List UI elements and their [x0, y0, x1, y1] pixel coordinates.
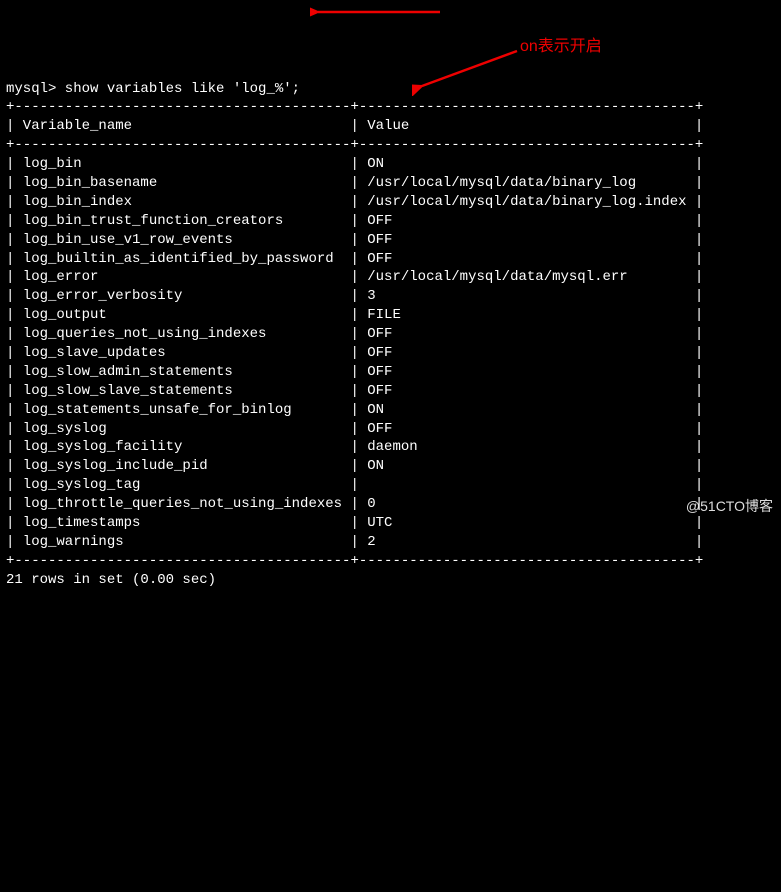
- table-row: | log_slave_updates | OFF |: [6, 344, 775, 363]
- table-separator: +---------------------------------------…: [6, 136, 775, 155]
- table-row: | log_syslog_include_pid | ON |: [6, 457, 775, 476]
- table-row: | log_queries_not_using_indexes | OFF |: [6, 325, 775, 344]
- table-header: | Variable_name | Value |: [6, 117, 775, 136]
- table-row: | log_output | FILE |: [6, 306, 775, 325]
- terminal-output: mysql> show variables like 'log_%';+----…: [6, 80, 775, 590]
- table-row: | log_slow_admin_statements | OFF |: [6, 363, 775, 382]
- table-row: | log_bin_trust_function_creators | OFF …: [6, 212, 775, 231]
- table-row: | log_statements_unsafe_for_binlog | ON …: [6, 401, 775, 420]
- table-row: | log_bin_use_v1_row_events | OFF |: [6, 231, 775, 250]
- watermark: @51CTO博客: [686, 497, 773, 516]
- table-separator: +---------------------------------------…: [6, 98, 775, 117]
- annotation-text: on表示开启: [520, 36, 602, 58]
- table-row: | log_error | /usr/local/mysql/data/mysq…: [6, 268, 775, 287]
- table-row: | log_bin_basename | /usr/local/mysql/da…: [6, 174, 775, 193]
- table-row: | log_slow_slave_statements | OFF |: [6, 382, 775, 401]
- table-row: | log_builtin_as_identified_by_password …: [6, 250, 775, 269]
- table-row: | log_error_verbosity | 3 |: [6, 287, 775, 306]
- table-row: | log_syslog_tag | |: [6, 476, 775, 495]
- table-row: | log_warnings | 2 |: [6, 533, 775, 552]
- arrow-to-command: [310, 2, 450, 22]
- table-separator: +---------------------------------------…: [6, 552, 775, 571]
- result-footer: 21 rows in set (0.00 sec): [6, 571, 775, 590]
- sql-command: mysql> show variables like 'log_%';: [6, 80, 775, 99]
- table-row: | log_bin | ON |: [6, 155, 775, 174]
- table-row: | log_syslog_facility | daemon |: [6, 438, 775, 457]
- table-row: | log_syslog | OFF |: [6, 420, 775, 439]
- table-row: | log_bin_index | /usr/local/mysql/data/…: [6, 193, 775, 212]
- table-row: | log_throttle_queries_not_using_indexes…: [6, 495, 775, 514]
- table-row: | log_timestamps | UTC |: [6, 514, 775, 533]
